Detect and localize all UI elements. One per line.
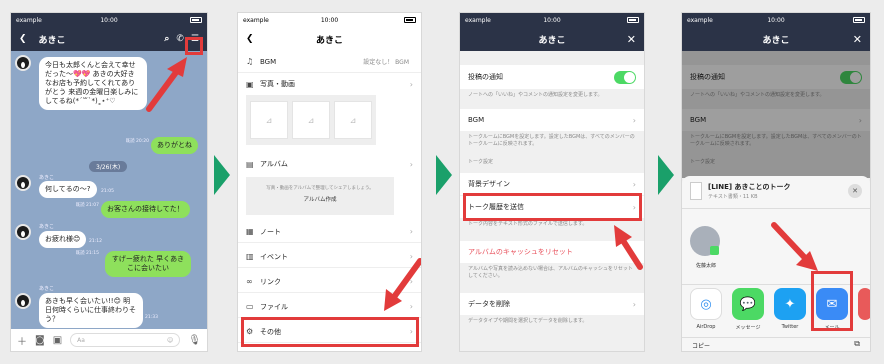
pointer-arrow	[384, 258, 421, 311]
pointer-arrow	[614, 225, 643, 270]
step-arrow-icon	[436, 155, 452, 195]
chat-screen: example 10:00 ❮ あきこ ⌕ ✆ ☰ 今日も太郎くんと会えて幸せだ…	[10, 12, 208, 352]
chat-menu-screen: example 10:00 ❮ あきこ ♫ BGM 設定なし！ BGM ▣ 写真…	[237, 12, 422, 352]
pointer-arrow	[771, 222, 818, 271]
pointer-arrow	[146, 57, 187, 112]
chat-settings-screen: example 10:00 あきこ ✕ 投稿の通知 ノートへの「いいね」やコメン…	[459, 12, 645, 352]
step-arrow-icon	[214, 155, 230, 195]
share-sheet-screen: example 10:00 あきこ ✕ 投稿の通知 ノートへの「いいね」やコメン…	[681, 12, 871, 352]
step-arrow-icon	[658, 155, 674, 195]
